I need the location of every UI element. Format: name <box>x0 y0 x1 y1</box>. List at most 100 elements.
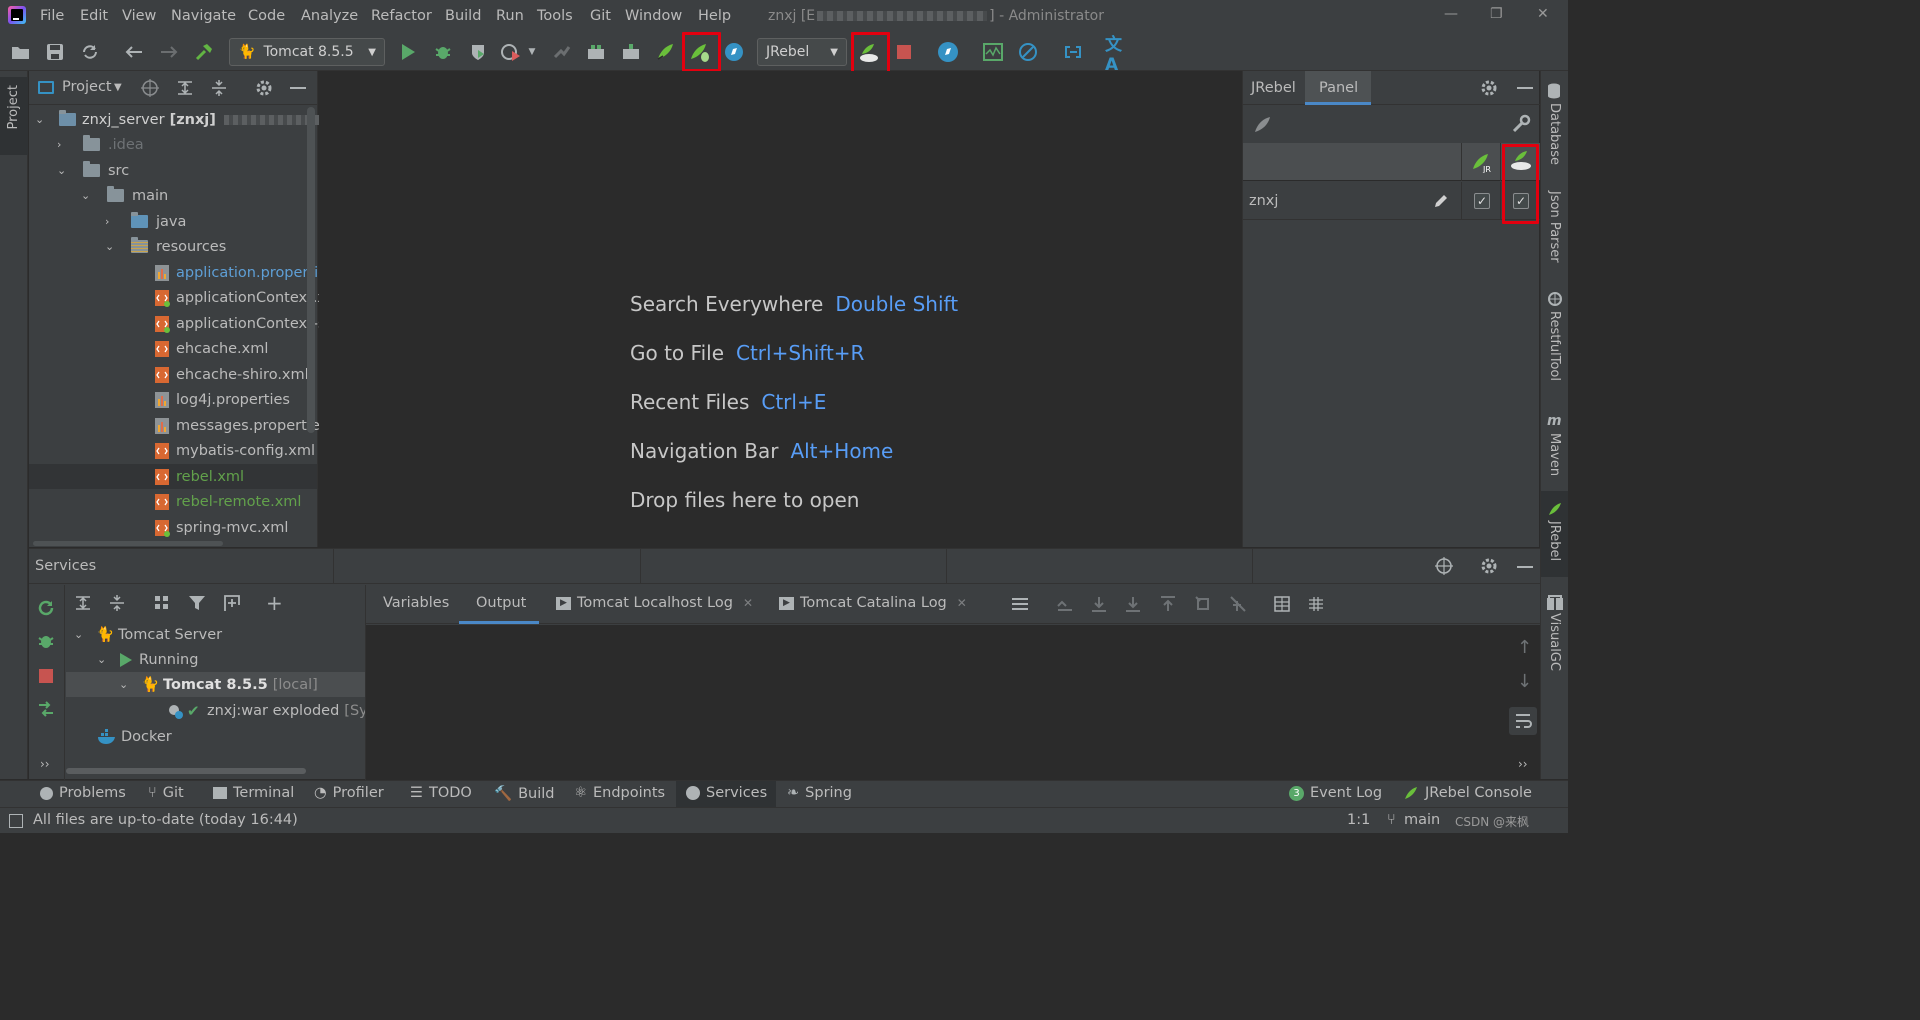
hide-panel-icon[interactable] <box>1517 87 1533 89</box>
tab-tomcat-localhost-log[interactable]: ▶ Tomcat Localhost Log ✕ <box>556 595 753 611</box>
tree-file-row[interactable]: log4j.properties <box>154 387 290 412</box>
menu-analyze[interactable]: Analyze <box>301 8 358 24</box>
tree-file-row[interactable]: application.propertie <box>154 260 327 285</box>
run-config-select[interactable]: 🐈 Tomcat 8.5.5 ▼ <box>229 38 385 66</box>
close-icon[interactable]: ✕ <box>957 596 967 610</box>
tree-file-row[interactable]: applicationContext-sl <box>154 311 330 336</box>
services-tool-button[interactable]: Services <box>686 785 767 801</box>
soft-wrap-icon[interactable] <box>1509 707 1537 735</box>
sync-icon[interactable] <box>79 41 101 63</box>
tree-artifact[interactable]: ✔ znxj:war exploded [Syn <box>167 698 377 723</box>
add-icon[interactable]: + <box>266 591 283 615</box>
tab-tomcat-catalina-log[interactable]: ▶ Tomcat Catalina Log ✕ <box>779 595 967 611</box>
status-message[interactable]: All files are up-to-date (today 16:44) <box>33 812 298 828</box>
terminal-tool-button[interactable]: Terminal <box>213 785 294 801</box>
tab-variables[interactable]: Variables <box>383 595 449 611</box>
tab-jrebel[interactable]: JRebel <box>1251 80 1296 96</box>
jrebel-run-icon[interactable] <box>654 41 676 63</box>
panel-toggle-icon[interactable] <box>9 814 23 828</box>
gear-icon[interactable] <box>1480 79 1498 97</box>
tree-file-row[interactable]: spring-mvc.xml <box>154 515 288 540</box>
tree-file-row[interactable]: rebel.xml <box>154 464 244 489</box>
menu-edit[interactable]: Edit <box>80 8 108 24</box>
jrebel-tool-button[interactable]: JRebel <box>1541 491 1568 577</box>
build-artifacts-icon[interactable] <box>620 41 642 63</box>
git-tool-button[interactable]: ⑂ Git <box>148 785 184 801</box>
tree-item-idea[interactable]: › .idea <box>57 132 144 157</box>
locate-icon[interactable] <box>141 79 159 97</box>
services-tree-scrollbar[interactable] <box>66 768 306 774</box>
scroll-down-icon[interactable]: ↓ <box>1517 671 1532 692</box>
scroll-up-icon[interactable]: ↑ <box>1517 637 1532 658</box>
more-icon[interactable]: ›› <box>1518 757 1528 771</box>
help-compass-icon[interactable] <box>723 41 745 63</box>
download-icon[interactable] <box>1091 596 1107 612</box>
redeploy-icon[interactable] <box>1195 596 1211 612</box>
visualgc-tool-button[interactable]: VisualGC <box>1547 613 1562 671</box>
hide-panel-icon[interactable] <box>1517 566 1533 568</box>
run-icon[interactable] <box>397 41 419 63</box>
open-folder-icon[interactable] <box>10 41 32 63</box>
menu-build[interactable]: Build <box>445 8 481 24</box>
more-icon[interactable]: ›› <box>40 757 50 771</box>
tree-file-row[interactable]: rebel-remote.xml <box>154 489 301 514</box>
git-branch[interactable]: main <box>1404 812 1440 828</box>
endpoints-tool-button[interactable]: ⚛ Endpoints <box>574 785 665 801</box>
gear-icon[interactable] <box>1480 557 1498 575</box>
forward-arrow-icon[interactable] <box>158 41 180 63</box>
menu-file[interactable]: File <box>40 8 64 24</box>
expand-all-icon[interactable] <box>74 594 92 612</box>
tree-tomcat-server[interactable]: ⌄ 🐈 Tomcat Server <box>74 622 222 647</box>
event-log-tool-button[interactable]: 3 Event Log <box>1289 785 1382 801</box>
debug-icon[interactable] <box>432 41 454 63</box>
deploy-icon[interactable] <box>37 700 55 718</box>
jrebel-remote-upload-icon[interactable] <box>858 42 880 64</box>
stop-icon[interactable] <box>893 41 915 63</box>
profile-dropdown-icon[interactable]: ▼ <box>525 41 539 63</box>
cursor-position[interactable]: 1:1 <box>1347 812 1370 828</box>
expand-all-icon[interactable] <box>176 79 194 97</box>
tree-docker[interactable]: Docker <box>97 724 172 749</box>
menu-navigate[interactable]: Navigate <box>171 8 236 24</box>
coverage-icon[interactable] <box>467 41 489 63</box>
close-icon[interactable]: ✕ <box>743 596 753 610</box>
menu-window[interactable]: Window <box>625 8 682 24</box>
collapse-all-icon[interactable] <box>210 79 228 97</box>
todo-tool-button[interactable]: ☰ TODO <box>410 785 472 801</box>
jrebel-debug-icon[interactable] <box>689 41 711 63</box>
restore-icon[interactable]: ❐ <box>1490 6 1503 22</box>
format-icon[interactable] <box>1308 596 1324 612</box>
menu-tools[interactable]: Tools <box>537 8 573 24</box>
wrench-icon[interactable] <box>1511 114 1531 134</box>
rerun-icon[interactable] <box>37 599 55 617</box>
jrebel-console-tool-button[interactable]: JRebel Console <box>1403 785 1532 801</box>
spring-tool-button[interactable]: ❧ Spring <box>787 785 852 801</box>
filter-icon[interactable] <box>188 594 206 612</box>
problems-tool-button[interactable]: Problems <box>40 785 126 801</box>
link-icon[interactable] <box>1062 41 1084 63</box>
output-console[interactable]: ↑ ↓ ›› <box>366 625 1540 780</box>
project-tool-button[interactable]: Project <box>0 77 28 155</box>
disable-icon[interactable] <box>1017 41 1039 63</box>
profiler-tool-button[interactable]: ◔ Profiler <box>314 785 384 801</box>
profile-icon[interactable] <box>500 41 522 63</box>
menu-lines-icon[interactable] <box>1012 597 1028 611</box>
json-parser-tool-button[interactable]: Json Parser <box>1547 191 1562 263</box>
tree-root[interactable]: ⌄ znxj_server [znxj] <box>35 107 319 132</box>
project-view-select[interactable]: Project <box>62 79 112 95</box>
close-icon[interactable]: ✕ <box>1537 6 1549 22</box>
save-all-icon[interactable] <box>44 41 66 63</box>
restful-tool-button[interactable]: RestfulTool <box>1547 311 1562 381</box>
minimize-icon[interactable]: — <box>1444 6 1458 22</box>
table-icon[interactable] <box>1274 596 1290 612</box>
debug-icon[interactable] <box>37 632 55 650</box>
build-project-icon[interactable] <box>585 41 607 63</box>
tree-running[interactable]: ⌄ Running <box>97 647 198 672</box>
new-service-icon[interactable] <box>222 593 242 613</box>
back-arrow-icon[interactable] <box>123 41 145 63</box>
download-all-icon[interactable] <box>1125 596 1141 612</box>
upload-icon[interactable] <box>1160 596 1176 612</box>
menu-code[interactable]: Code <box>248 8 285 24</box>
tree-item-java[interactable]: › java <box>105 209 186 234</box>
jrebel-enable-checkbox[interactable]: ✓ <box>1474 193 1490 209</box>
